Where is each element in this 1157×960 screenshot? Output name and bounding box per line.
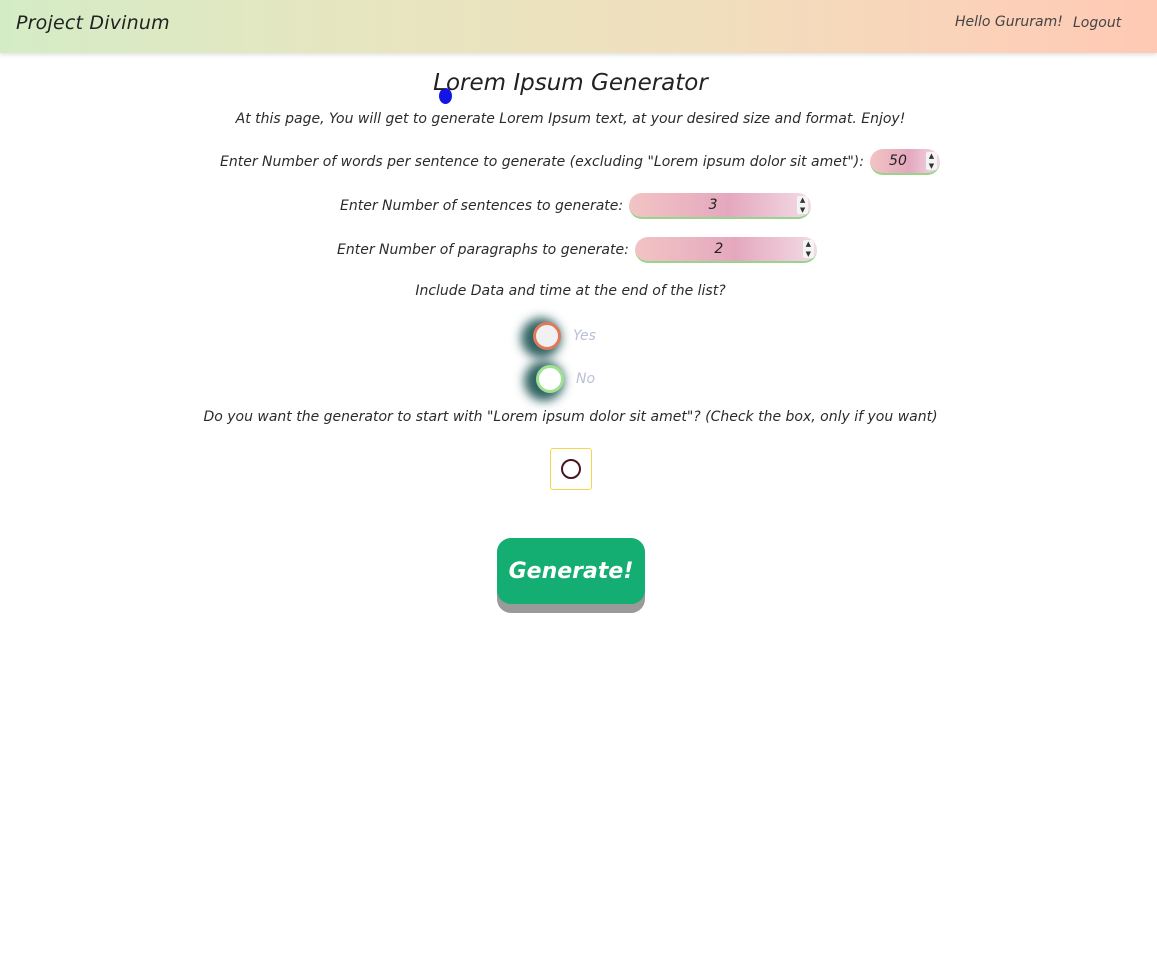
- radio-no-button[interactable]: [536, 365, 564, 393]
- lorem-start-question: Do you want the generator to start with …: [203, 409, 938, 425]
- generate-button[interactable]: Generate!: [497, 538, 645, 604]
- logout-link[interactable]: Logout: [1073, 15, 1121, 31]
- paragraphs-row: Enter Number of paragraphs to generate: …: [337, 237, 817, 263]
- sentences-spinner[interactable]: ▲ ▼: [797, 196, 809, 214]
- spinner-up-icon[interactable]: ▲: [929, 152, 934, 160]
- paragraphs-input[interactable]: 2 ▲ ▼: [634, 237, 817, 263]
- radio-no-label: No: [576, 371, 596, 387]
- words-per-sentence-input[interactable]: 50 ▲ ▼: [869, 149, 940, 175]
- radio-yes-label: Yes: [573, 328, 596, 344]
- paragraphs-label: Enter Number of paragraphs to generate:: [337, 242, 629, 258]
- words-per-sentence-label: Enter Number of words per sentence to ge…: [220, 154, 864, 170]
- paragraphs-value: 2: [714, 241, 724, 257]
- lorem-start-checkbox[interactable]: [550, 448, 592, 490]
- spinner-up-icon[interactable]: ▲: [800, 196, 805, 204]
- words-per-sentence-value: 50: [889, 153, 907, 169]
- sentences-row: Enter Number of sentences to generate: 3…: [340, 193, 812, 219]
- brand-title[interactable]: Project Divinum: [16, 12, 170, 34]
- datetime-question: Include Data and time at the end of the …: [415, 283, 726, 299]
- spinner-down-icon[interactable]: ▼: [800, 206, 805, 214]
- user-greeting: Hello Gururam!: [955, 14, 1063, 30]
- words-spinner[interactable]: ▲ ▼: [925, 152, 937, 170]
- spinner-down-icon[interactable]: ▼: [806, 250, 811, 258]
- page-intro: At this page, You will get to generate L…: [235, 111, 906, 127]
- radio-yes-option[interactable]: Yes: [533, 322, 596, 350]
- navbar: Project Divinum Hello Gururam! Logout: [0, 0, 1157, 53]
- spinner-down-icon[interactable]: ▼: [929, 162, 934, 170]
- sentences-label: Enter Number of sentences to generate:: [340, 198, 624, 214]
- spinner-up-icon[interactable]: ▲: [806, 240, 811, 248]
- sentences-input[interactable]: 3 ▲ ▼: [629, 193, 812, 219]
- page-title: Lorem Ipsum Generator: [433, 70, 708, 96]
- paragraphs-spinner[interactable]: ▲ ▼: [802, 240, 814, 258]
- words-per-sentence-row: Enter Number of words per sentence to ge…: [220, 149, 940, 175]
- radio-no-option[interactable]: No: [536, 365, 595, 393]
- checkbox-circle-icon: [561, 459, 581, 479]
- radio-yes-button[interactable]: [533, 322, 561, 350]
- sentences-value: 3: [708, 197, 718, 213]
